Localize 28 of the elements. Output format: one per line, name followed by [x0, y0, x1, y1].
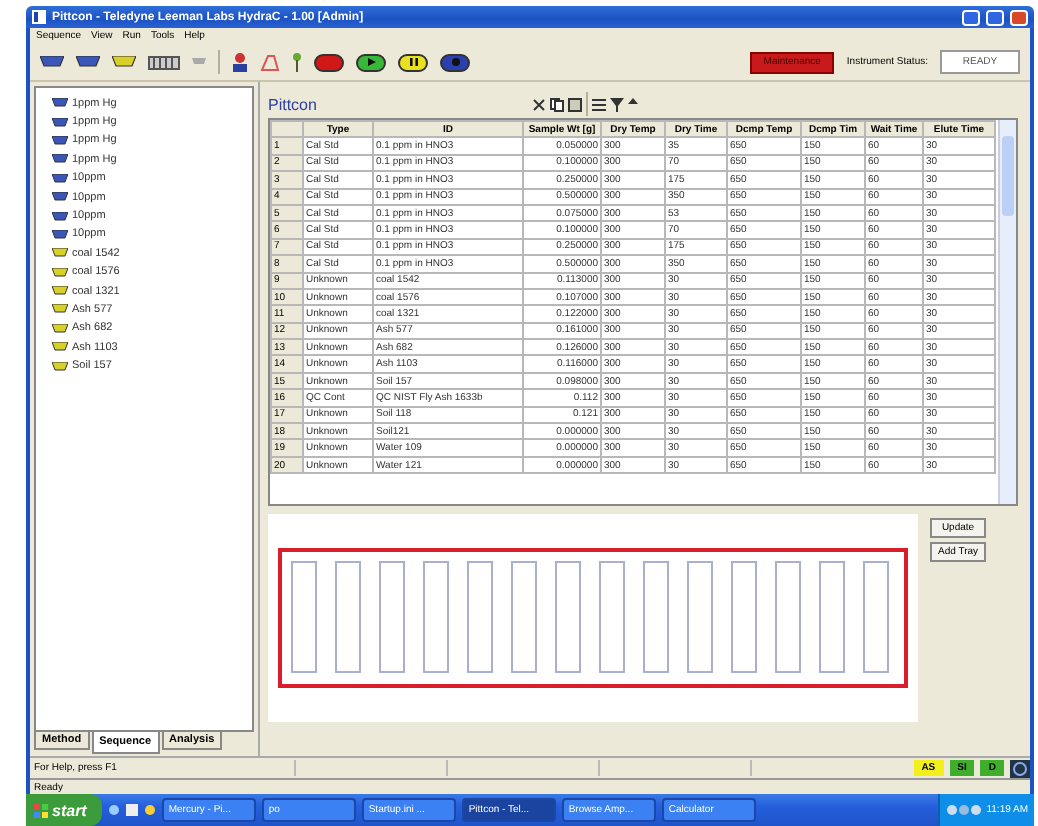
- windows-logo-icon: [34, 803, 48, 817]
- dot-icon: [451, 58, 459, 66]
- minimize-button[interactable]: [962, 9, 980, 25]
- cut-icon[interactable]: [532, 97, 546, 111]
- list-icon[interactable]: [592, 97, 606, 111]
- maximize-button[interactable]: [986, 9, 1004, 25]
- globe-icon: [1010, 759, 1030, 777]
- boat-icon[interactable]: [76, 56, 100, 68]
- pause-button[interactable]: [398, 53, 428, 71]
- scrollbar[interactable]: [998, 120, 1016, 504]
- play-icon: [367, 58, 375, 66]
- stop-button[interactable]: [314, 53, 344, 71]
- record-button[interactable]: [440, 53, 470, 71]
- sequence-title: Pittcon: [268, 95, 319, 113]
- pause-icon: [409, 58, 417, 66]
- close-button[interactable]: [1010, 9, 1028, 25]
- boat-icon[interactable]: [40, 56, 64, 68]
- copy-icon[interactable]: [550, 97, 564, 111]
- filter-icon[interactable]: [610, 97, 624, 111]
- user-icon[interactable]: [232, 52, 248, 72]
- flask-icon[interactable]: [260, 53, 280, 71]
- start-button[interactable]: [356, 53, 386, 71]
- boat-icon[interactable]: [112, 56, 136, 68]
- rack-icon[interactable]: [148, 55, 180, 69]
- app-icon: [32, 10, 46, 24]
- corner-header: [271, 121, 303, 138]
- pin-icon[interactable]: [292, 52, 302, 72]
- paste-icon[interactable]: [568, 97, 582, 111]
